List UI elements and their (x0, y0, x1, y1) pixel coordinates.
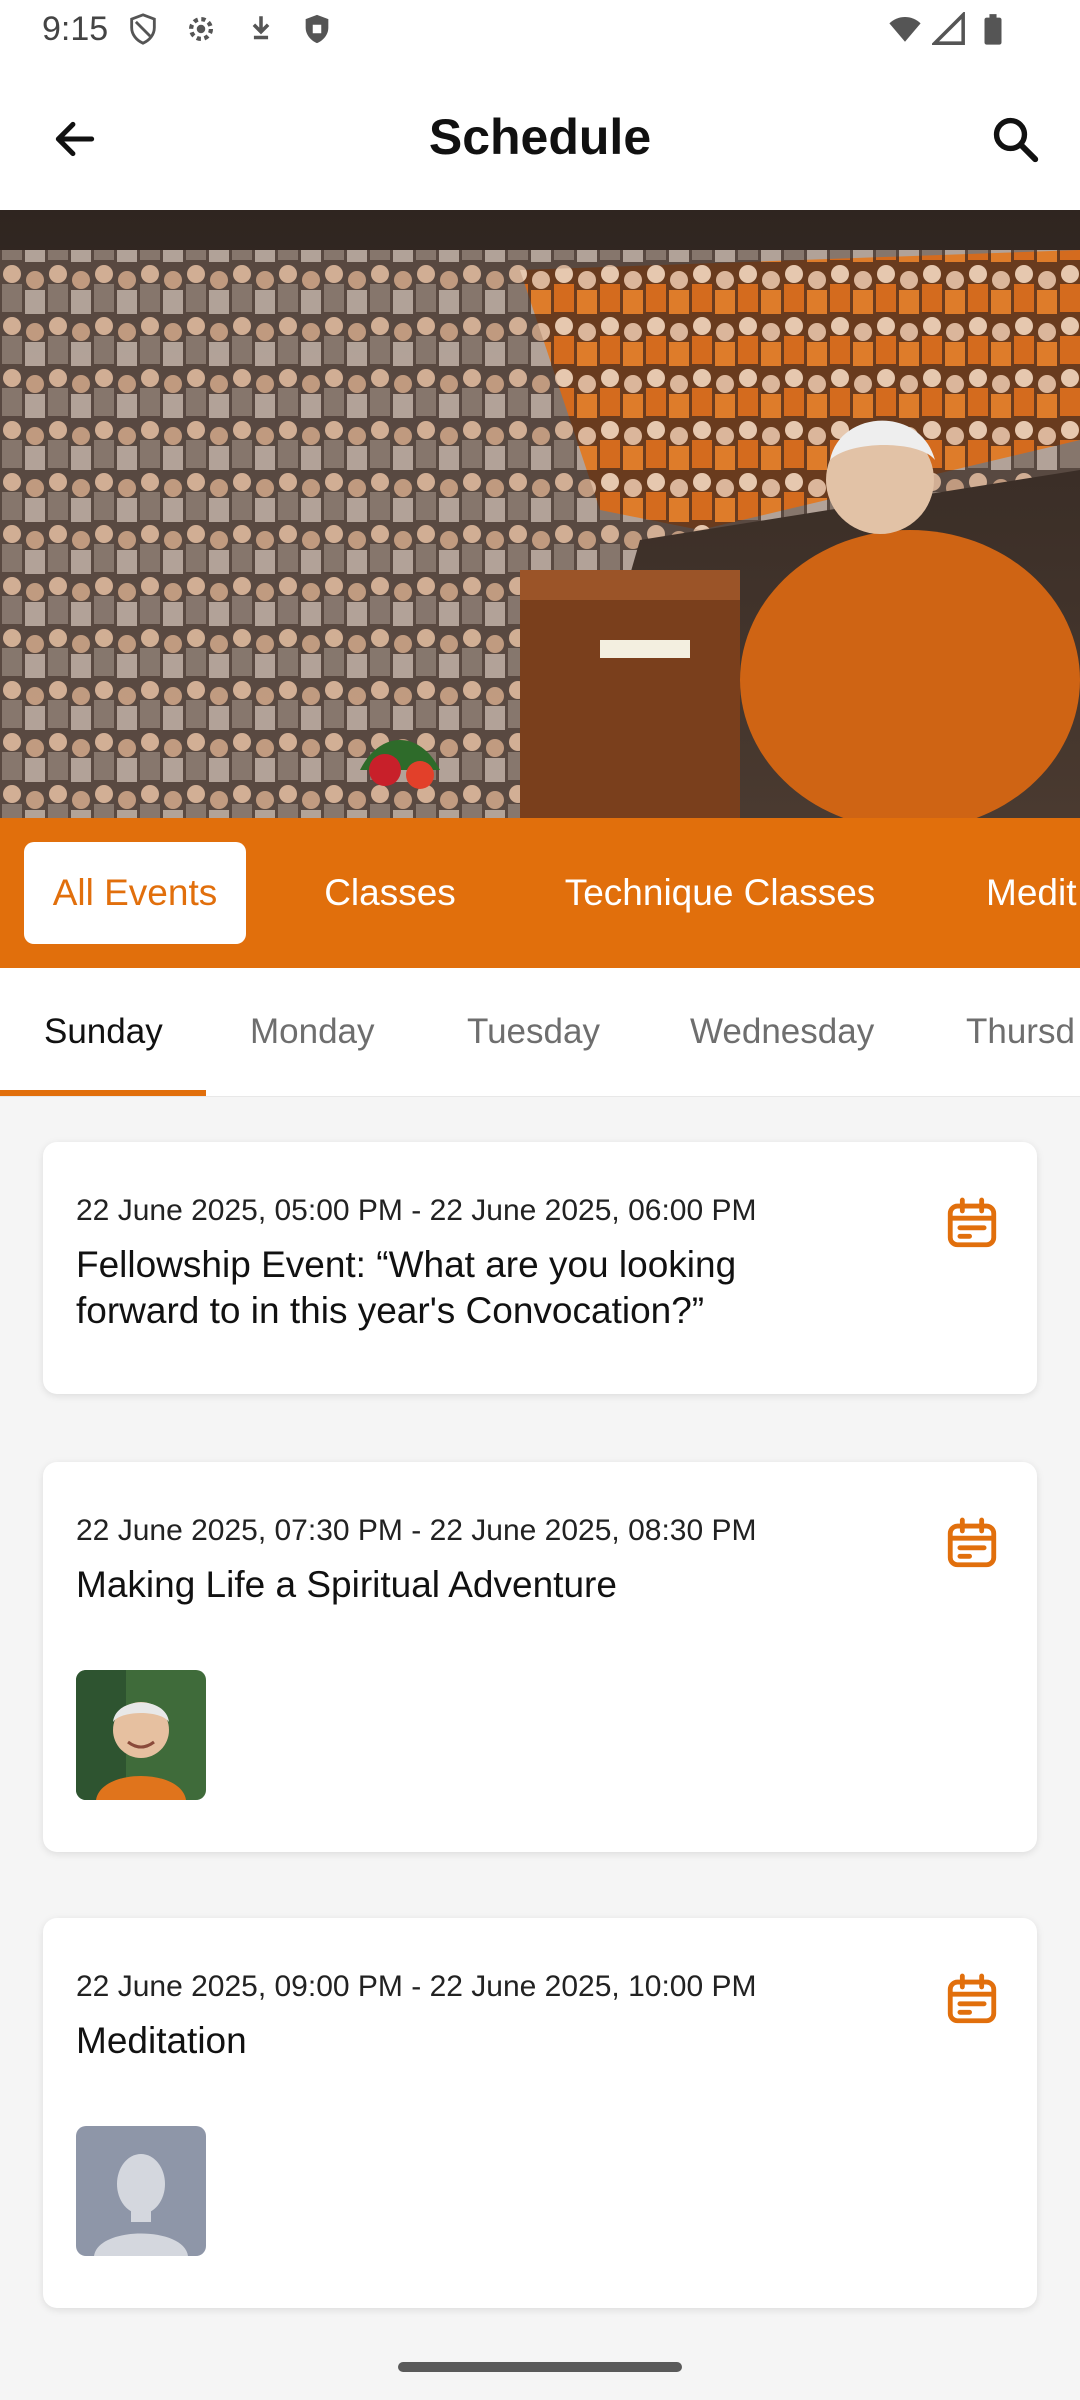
event-title: Meditation (76, 2020, 247, 2061)
event-title: Fellowship Event: “What are you looking … (76, 1244, 737, 1331)
hero-photo-illustration (0, 210, 1080, 818)
speaker-photo[interactable] (76, 2126, 206, 2256)
add-to-calendar-icon[interactable] (943, 1970, 1001, 2028)
speaker-photo[interactable] (76, 1670, 206, 1800)
battery-icon (984, 14, 1002, 45)
data-saver-icon (252, 16, 270, 40)
event-title: Making Life a Spiritual Adventure (76, 1564, 617, 1605)
event-card[interactable]: 22 June 2025, 05:00 PM - 22 June 2025, 0… (43, 1142, 1037, 1394)
add-to-calendar-icon[interactable] (943, 1514, 1001, 1572)
add-to-calendar-icon[interactable] (943, 1194, 1001, 1252)
category-tab-meditation[interactable]: Medit (960, 842, 1080, 944)
event-card[interactable]: 22 June 2025, 09:00 PM - 22 June 2025, 1… (43, 1918, 1037, 2308)
day-tab-sunday[interactable]: Sunday (44, 1012, 163, 1052)
category-tabs: All Events Classes Technique Classes Med… (0, 818, 1080, 968)
day-tab-thursday[interactable]: Thursd (966, 1012, 1075, 1052)
day-tab-monday[interactable]: Monday (250, 1012, 375, 1052)
search-button[interactable] (980, 104, 1050, 174)
event-datetime: 22 June 2025, 07:30 PM - 22 June 2025, 0… (76, 1514, 757, 1547)
default-avatar-placeholder (76, 2126, 206, 2256)
day-tab-wednesday[interactable]: Wednesday (690, 1012, 874, 1052)
category-tab-classes[interactable]: Classes (290, 842, 490, 944)
settings-gear-icon (188, 16, 214, 42)
status-bar: 9:15 (0, 0, 1080, 64)
selected-day-indicator (0, 1090, 206, 1096)
signal-icon (932, 12, 965, 45)
page-title: Schedule (428, 109, 652, 165)
speaker-portrait (76, 1670, 206, 1800)
category-tab-technique-classes[interactable]: Technique Classes (540, 842, 900, 944)
security-shield-icon (305, 14, 329, 44)
event-card[interactable]: 22 June 2025, 07:30 PM - 22 June 2025, 0… (43, 1462, 1037, 1852)
day-tabs: Sunday Monday Tuesday Wednesday Thursd (0, 968, 1080, 1097)
event-datetime: 22 June 2025, 09:00 PM - 22 June 2025, 1… (76, 1970, 757, 2003)
category-tab-all-events[interactable]: All Events (24, 842, 246, 944)
wifi-icon (889, 16, 921, 42)
search-icon (993, 117, 1039, 163)
status-time: 9:15 (42, 10, 109, 48)
shield-outline-icon (130, 13, 156, 45)
app-bar: Schedule (0, 64, 1080, 211)
event-datetime: 22 June 2025, 05:00 PM - 22 June 2025, 0… (76, 1194, 757, 1227)
home-gesture-bar[interactable] (398, 2362, 682, 2372)
day-tab-tuesday[interactable]: Tuesday (467, 1012, 600, 1052)
hero-image (0, 210, 1080, 818)
